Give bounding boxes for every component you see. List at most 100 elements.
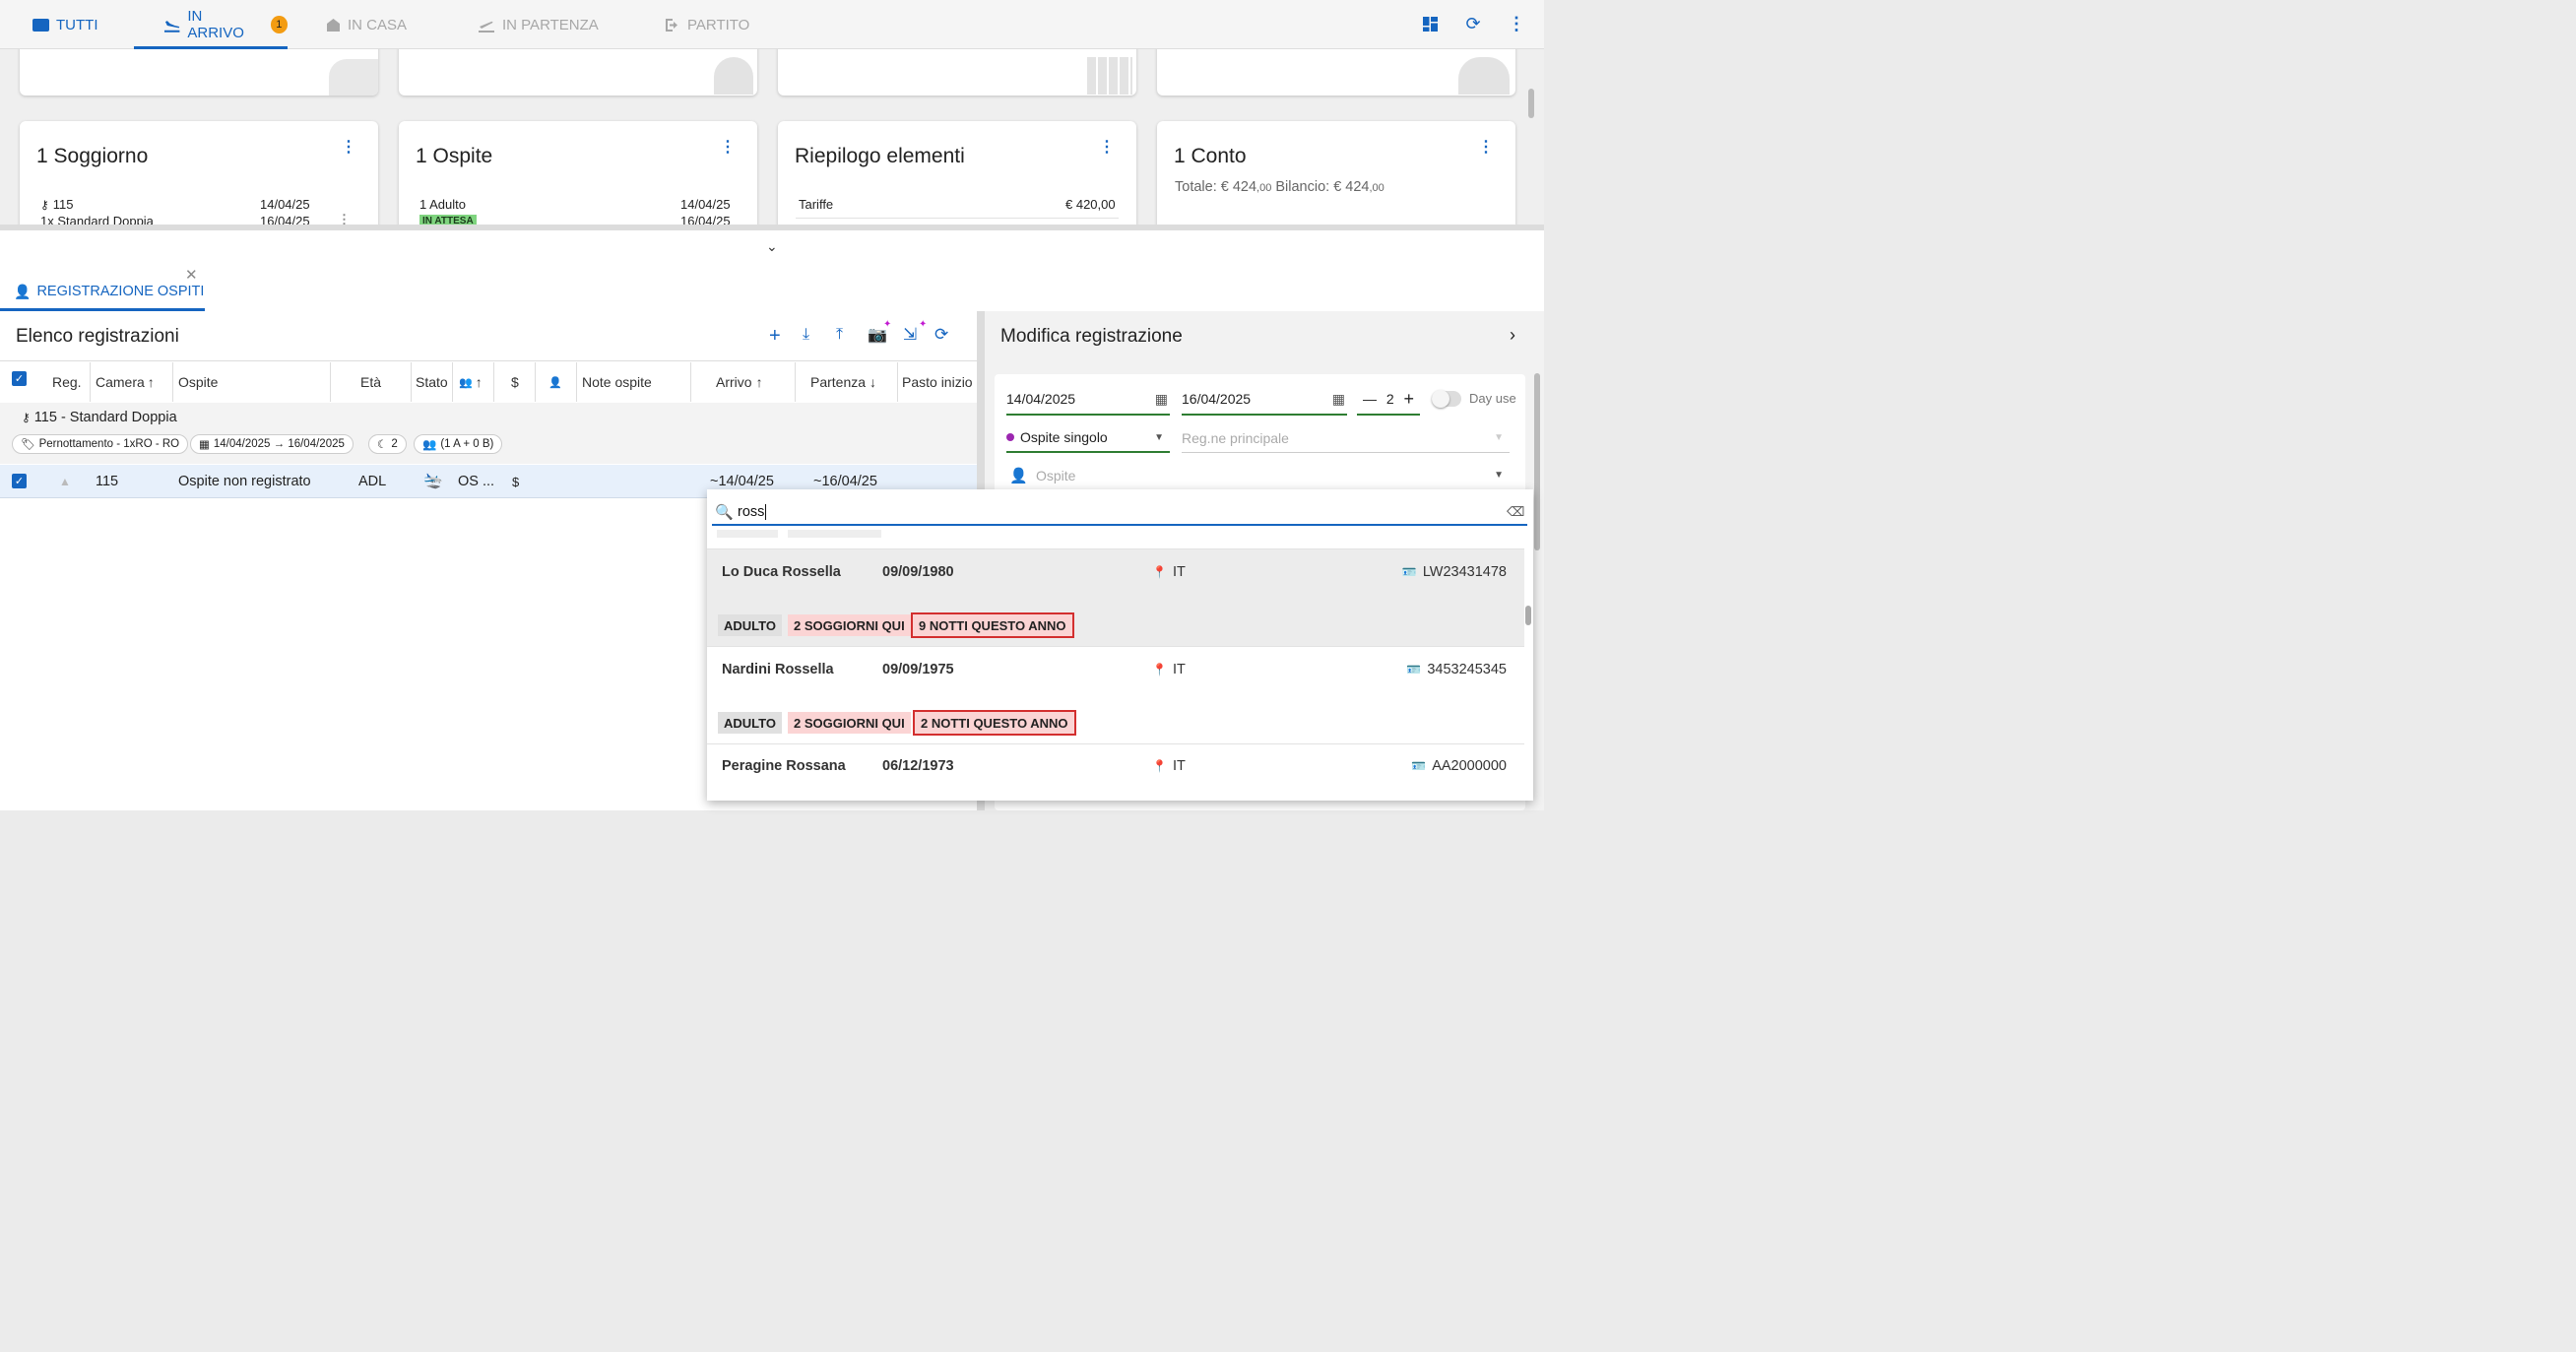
upload-icon[interactable]: ⤒ [836,326,843,344]
person-icon: 👤 [1009,468,1028,484]
divider [796,218,1119,219]
arrow-up-icon: ↑ [147,374,155,390]
scrollbar[interactable] [1534,373,1540,550]
clear-icon[interactable]: ⌫ [1507,504,1524,520]
tag-stays: 2 SOGGIORNI QUI [788,712,911,734]
card-title: 1 Conto [1174,145,1247,167]
refresh-list-icon[interactable]: ⟳ [934,325,948,345]
card-menu-icon[interactable]: ⋮ [1099,137,1115,157]
group-title: ⚷ 115 - Standard Doppia [22,410,177,425]
col-partenza[interactable]: Partenza ↓ [796,362,898,402]
sparkle-icon: ✦ [883,319,892,330]
result-name: Nardini Rossella [722,662,834,677]
chevron-right-icon[interactable]: › [1510,325,1515,346]
col-stato[interactable]: Stato [412,362,453,402]
download-icon[interactable]: ⤓ [803,326,809,344]
cell-partenza: ~16/04/25 [813,474,877,489]
moon-icon: ☾ [377,439,388,451]
col-eta[interactable]: Età [331,362,412,402]
close-icon[interactable]: ✕ [185,266,198,284]
location-icon: 📍 [1152,759,1167,773]
guest-count-line: 1 Adulto [419,197,466,212]
select-all-checkbox[interactable]: ✓ [12,371,27,386]
col-reg[interactable]: Reg. [39,362,91,402]
nights-pill: ☾ 2 [368,434,407,454]
departure-date-input[interactable]: 16/04/2025 ▦ [1182,384,1347,416]
dashboard-icon[interactable] [1421,15,1439,32]
result-item[interactable]: Nardini Rossella 09/09/1975 📍 IT 🪪 3453245… [707,647,1524,744]
col-guests-sort[interactable]: 👥 ↑ [453,362,494,402]
row-checkbox[interactable]: ✓ [12,474,27,488]
dates-pill: ▦ 14/04/2025 → 16/04/2025 [190,434,354,454]
col-dollar[interactable]: $ [494,362,536,402]
rate-pill: 🏷 Pernottamento - 1xRO - RO [12,434,189,454]
col-ospite[interactable]: Ospite [173,362,331,402]
guests-card[interactable]: 1 Ospite ⋮ 1 Adulto 14/04/25 IN ATTESA 1… [399,121,757,225]
refresh-icon[interactable]: ⟳ [1463,14,1483,33]
summary-card[interactable]: Riepilogo elementi ⋮ Tariffe € 420,00 [778,121,1136,225]
tab-registrazione-ospiti[interactable]: 👤 REGISTRAZIONE OSPITI [0,272,205,311]
main-reg-select[interactable]: Reg.ne principale ▼ [1182,423,1510,453]
scrollbar[interactable] [1528,89,1534,118]
row-menu-icon[interactable]: ⋮ [338,212,351,225]
tag-nights: 9 NOTTI QUESTO ANNO [911,612,1074,638]
tag-age: ADULTO [718,712,782,734]
search-input[interactable]: ross [738,504,767,520]
key-icon: ⚷ [22,411,31,424]
chevron-down-icon[interactable]: ⌄ [766,238,778,255]
day-use-toggle[interactable] [1432,390,1461,408]
col-arrivo[interactable]: Arrivo ↑ [691,362,796,402]
result-country: 📍 IT [1152,758,1186,774]
room-number: 115 [52,197,74,212]
card-decor-icon [329,59,378,96]
dropdown-arrow-icon: ▼ [1154,431,1164,443]
export-ai-icon[interactable]: ⇲ [903,325,917,345]
card-menu-icon[interactable]: ⋮ [720,137,736,157]
col-note[interactable]: Note ospite [577,362,691,402]
result-name: Peragine Rossana [722,758,846,774]
account-card[interactable]: 1 Conto ⋮ Totale: € 424,00 Bilancio: € 4… [1157,121,1515,225]
nights-stepper[interactable]: —2 + [1357,384,1420,416]
add-icon[interactable]: + [769,325,781,348]
tab-partito[interactable]: PARTITO [665,0,749,49]
guest-select[interactable]: Ospite ▼ [1036,461,1510,490]
result-dob: 09/09/1980 [882,564,954,580]
arrival-date-input[interactable]: 14/04/2025 ▦ [1006,384,1170,416]
result-item[interactable]: Peragine Rossana 06/12/1973 📍 IT 🪪 AA20000… [707,744,1524,801]
tag-age: ADULTO [718,614,782,636]
tab-tutti[interactable]: TUTTI [32,0,98,49]
col-camera[interactable]: Camera ↑ [91,362,173,402]
tab-in-casa[interactable]: IN CASA [326,0,407,49]
stay-card[interactable]: 1 Soggiorno ⋮ ⚷ 115 14/04/25 1x Standard … [20,121,378,225]
tab-in-partenza[interactable]: IN PARTENZA [478,0,599,49]
divider [0,360,977,361]
summary-item-label: Tariffe [799,197,834,212]
guest-search-dropdown: 🔍 ross ⌫ Lo Duca Rossella 09/09/1980 📍 IT… [707,489,1533,801]
home-icon [327,19,340,32]
summary-cards-area: 1 Soggiorno ⋮ ⚷ 115 14/04/25 1x Standard … [0,49,1544,225]
card-menu-icon[interactable]: ⋮ [1478,137,1494,157]
id-card-icon: 🪪 [1401,565,1417,579]
sparkle-icon: ✦ [919,319,928,330]
result-doc: 🪪 AA2000000 [1411,758,1507,774]
type-select[interactable]: Ospite singolo ▼ [1006,423,1170,453]
list-title: Elenco registrazioni [16,326,179,347]
cell-dollar: $ [512,475,520,489]
result-country: 📍 IT [1152,662,1186,677]
tag-nights: 2 NOTTI QUESTO ANNO [913,710,1076,736]
cell-arrivo: ~14/04/25 [710,474,774,489]
arrow-up-icon: ↑ [755,374,763,390]
key-icon: ⚷ [40,197,49,212]
tab-in-arrivo[interactable]: IN ARRIVO 1 [134,0,288,49]
dropdown-arrow-icon: ▼ [1494,470,1504,481]
plane-landing-icon [163,21,180,32]
more-vert-icon[interactable]: ⋮ [1507,14,1526,33]
count-badge: 1 [270,16,288,33]
col-pasto[interactable]: Pasto inizio [898,362,977,402]
room-type: 1x Standard Doppia [40,214,154,225]
cell-ospite: Ospite non registrato [178,474,311,489]
result-item[interactable]: Lo Duca Rossella 09/09/1980 📍 IT 🪪 LW23431… [707,549,1524,647]
dropdown-scrollbar[interactable] [1525,606,1531,625]
card-menu-icon[interactable]: ⋮ [341,137,356,157]
col-add-person[interactable]: 👤 [536,362,577,402]
